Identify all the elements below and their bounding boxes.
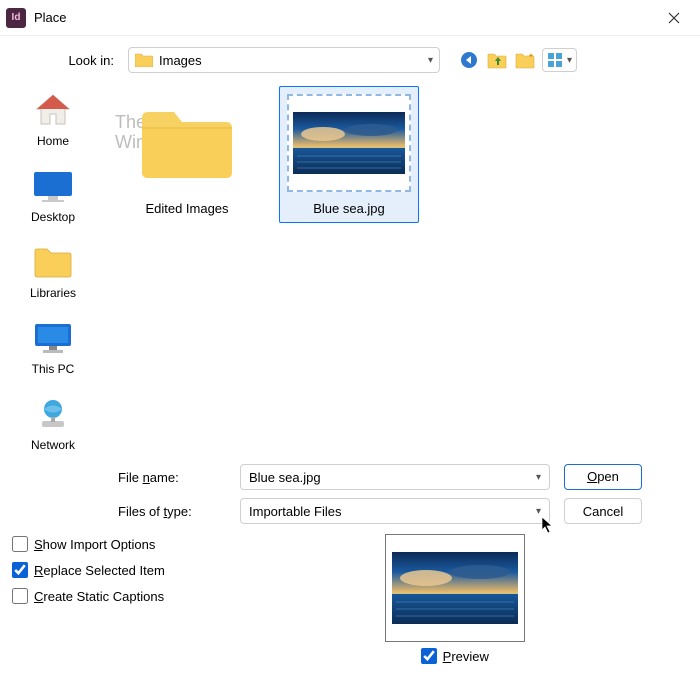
filetype-label: Files of type: — [118, 504, 240, 519]
sidebar-item-label: Desktop — [31, 210, 75, 224]
filename-label: File name: — [118, 470, 240, 485]
filename-combo[interactable]: Blue sea.jpg ▾ — [240, 464, 550, 490]
bottom-form: File name: Blue sea.jpg ▾ Open Files of … — [0, 464, 700, 664]
cancel-button[interactable]: Cancel — [564, 498, 642, 524]
lookin-value: Images — [159, 53, 202, 68]
sidebar-item-desktop[interactable]: Desktop — [31, 166, 75, 224]
check-label: Create Static Captions — [34, 589, 164, 604]
desktop-icon — [32, 170, 74, 202]
replace-selected-item-check[interactable]: Replace Selected Item — [12, 562, 165, 578]
file-item-label: Edited Images — [124, 201, 250, 216]
check-label: Show Import Options — [34, 537, 155, 552]
show-import-options-check[interactable]: Show Import Options — [12, 536, 165, 552]
chevron-down-icon: ▾ — [565, 55, 574, 66]
image-thumb-border — [287, 94, 411, 192]
preview-column: Preview — [385, 534, 525, 664]
close-button[interactable] — [652, 2, 696, 34]
lookin-combo[interactable]: Images ▾ — [128, 47, 440, 73]
folder-thumb — [125, 93, 249, 193]
preview-image — [392, 552, 518, 624]
title-bar: Id Place — [0, 0, 700, 36]
file-grid: Edited Images — [117, 86, 690, 223]
lookin-row: Look in: Images ▾ ▾ — [0, 36, 700, 76]
libraries-icon — [33, 245, 73, 279]
open-button[interactable]: Open — [564, 464, 642, 490]
filetype-value: Importable Files — [249, 504, 341, 519]
nav-toolbar: ▾ — [458, 48, 577, 72]
views-icon — [547, 52, 563, 68]
back-button[interactable] — [458, 49, 480, 71]
filename-row: File name: Blue sea.jpg ▾ Open — [0, 464, 684, 490]
checkbox-input[interactable] — [12, 588, 28, 604]
title-bar-left: Id Place — [4, 8, 67, 28]
folder-icon — [135, 53, 153, 67]
sidebar-item-thispc[interactable]: This PC — [31, 318, 75, 376]
file-item-label: Blue sea.jpg — [286, 201, 412, 216]
places-sidebar: Home Desktop Libraries This PC Network — [0, 76, 106, 456]
file-item-folder[interactable]: Edited Images — [117, 86, 257, 223]
chevron-down-icon: ▾ — [536, 506, 541, 517]
filetype-combo[interactable]: Importable Files ▾ — [240, 498, 550, 524]
options-checks: Show Import Options Replace Selected Ite… — [12, 534, 165, 604]
network-icon — [33, 397, 73, 431]
chevron-down-icon: ▾ — [536, 472, 541, 483]
checkbox-input[interactable] — [421, 648, 437, 664]
filename-value: Blue sea.jpg — [249, 470, 321, 485]
check-label: Preview — [443, 649, 489, 664]
file-item-image[interactable]: Blue sea.jpg — [279, 86, 419, 223]
sidebar-item-network[interactable]: Network — [31, 394, 75, 452]
options-row: Show Import Options Replace Selected Ite… — [0, 534, 684, 664]
new-folder-button[interactable] — [514, 49, 536, 71]
home-icon — [33, 92, 73, 128]
folder-icon — [138, 106, 236, 180]
chevron-down-icon: ▾ — [428, 55, 433, 66]
checkbox-input[interactable] — [12, 536, 28, 552]
window-title: Place — [34, 10, 67, 25]
computer-icon — [32, 321, 74, 355]
back-icon — [460, 51, 478, 69]
main-area: Home Desktop Libraries This PC Network — [0, 76, 700, 456]
check-label: Replace Selected Item — [34, 563, 165, 578]
sidebar-item-label: Network — [31, 438, 75, 452]
new-folder-icon — [515, 51, 535, 69]
sidebar-item-libraries[interactable]: Libraries — [30, 242, 76, 300]
checkbox-input[interactable] — [12, 562, 28, 578]
image-thumbnail — [293, 112, 405, 174]
app-icon: Id — [6, 8, 26, 28]
folder-up-icon — [487, 51, 507, 69]
close-icon — [668, 12, 680, 24]
sidebar-item-label: Libraries — [30, 286, 76, 300]
sidebar-item-label: Home — [37, 134, 69, 148]
preview-box — [385, 534, 525, 642]
up-button[interactable] — [486, 49, 508, 71]
image-thumb-wrap — [287, 93, 411, 193]
views-button[interactable]: ▾ — [542, 48, 577, 72]
filetype-row: Files of type: Importable Files ▾ Cancel — [0, 498, 684, 524]
sidebar-item-label: This PC — [32, 362, 75, 376]
file-pane[interactable]: The WindowsClub Edited Images — [106, 76, 700, 456]
lookin-label: Look in: — [14, 53, 118, 68]
create-static-captions-check[interactable]: Create Static Captions — [12, 588, 165, 604]
sidebar-item-home[interactable]: Home — [31, 90, 75, 148]
preview-check[interactable]: Preview — [385, 648, 525, 664]
